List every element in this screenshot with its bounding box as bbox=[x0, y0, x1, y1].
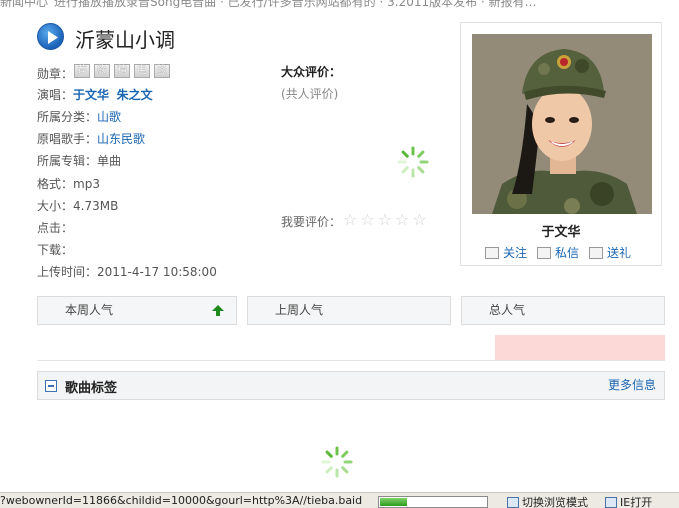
gift-button[interactable]: 送礼 bbox=[589, 244, 631, 261]
downloads-label: 下载： bbox=[37, 243, 74, 257]
star-icon[interactable]: ☆ bbox=[360, 212, 374, 228]
singer-link[interactable]: 朱之文 bbox=[117, 88, 153, 102]
play-icon[interactable] bbox=[37, 23, 64, 50]
size-row: 大小：4.73MB bbox=[37, 197, 118, 214]
album-value: 单曲 bbox=[97, 154, 122, 168]
switch-browse-mode-button[interactable]: 切换浏览模式 bbox=[507, 494, 588, 508]
collapse-icon[interactable] bbox=[45, 380, 57, 392]
format-value: mp3 bbox=[73, 177, 100, 191]
tab-label: 上周人气 bbox=[275, 303, 324, 317]
loading-spinner-icon bbox=[397, 146, 429, 178]
top-scroll-strip: 新闻中心_进行播放播放录音Song电音曲 · 已发行/许多音乐网站都有的 · 3… bbox=[0, 0, 679, 8]
gift-icon bbox=[589, 246, 604, 259]
medal-badge[interactable]: 緣 bbox=[94, 64, 110, 78]
message-button[interactable]: 私信 bbox=[537, 244, 579, 261]
song-tags-bar: 歌曲标签 更多信息 bbox=[37, 371, 665, 400]
upload-time-row: 上传时间：2011-4-17 10:58:00 bbox=[37, 263, 217, 280]
tab-label: 本周人气 bbox=[65, 303, 114, 317]
star-icon[interactable]: ☆ bbox=[412, 212, 426, 228]
loading-progress-bar bbox=[378, 496, 488, 508]
rating-title: 大众评价： bbox=[281, 65, 342, 79]
downloads-row: 下载： bbox=[37, 241, 73, 258]
star-icon[interactable]: ☆ bbox=[395, 212, 409, 228]
switch-mode-label: 切换浏览模式 bbox=[522, 496, 588, 508]
follow-label: 关注 bbox=[503, 246, 528, 260]
category-label: 所属分类： bbox=[37, 110, 98, 124]
star-icon[interactable]: ☆ bbox=[343, 212, 357, 228]
tab-total-popularity[interactable]: 总人气 bbox=[461, 296, 665, 325]
singer-row: 演唱：于文华 朱之文 bbox=[37, 86, 153, 103]
tab-label: 总人气 bbox=[489, 303, 526, 317]
clicks-row: 点击： bbox=[37, 219, 73, 236]
up-arrow-icon bbox=[212, 305, 224, 316]
artist-photo[interactable] bbox=[472, 34, 652, 214]
category-row: 所属分类：山歌 bbox=[37, 108, 121, 125]
medal-list: 荐 緣 精 电 签 bbox=[74, 64, 170, 78]
medal-badge[interactable]: 精 bbox=[114, 64, 130, 78]
my-rating-label: 我要评价： bbox=[281, 215, 342, 229]
medal-badge[interactable]: 荐 bbox=[74, 64, 90, 78]
clicks-label: 点击： bbox=[37, 221, 74, 235]
album-row: 所属专辑：单曲 bbox=[37, 152, 121, 169]
category-link[interactable]: 山歌 bbox=[97, 110, 121, 124]
browse-mode-icon bbox=[507, 496, 519, 508]
singer-label: 演唱： bbox=[37, 88, 74, 102]
song-tags-title: 歌曲标签 bbox=[65, 381, 118, 396]
tab-this-week-popularity[interactable]: 本周人气 bbox=[37, 296, 237, 325]
status-url: ?webownerId=11866&childid=10000&gourl=ht… bbox=[0, 494, 363, 507]
upload-label: 上传时间： bbox=[37, 265, 98, 279]
singer-link[interactable]: 于文华 bbox=[73, 88, 109, 102]
follow-button[interactable]: 关注 bbox=[485, 244, 527, 261]
ie-icon bbox=[605, 496, 617, 508]
gift-label: 送礼 bbox=[607, 246, 632, 260]
top-strip-text: 新闻中心_进行播放播放录音Song电音曲 · 已发行/许多音乐网站都有的 · 3… bbox=[0, 0, 537, 8]
format-row: 格式：mp3 bbox=[37, 175, 100, 192]
format-label: 格式： bbox=[37, 177, 74, 191]
tab-last-week-popularity[interactable]: 上周人气 bbox=[247, 296, 451, 325]
rating-count: (共人评价) bbox=[281, 87, 339, 101]
divider bbox=[37, 360, 665, 361]
medal-row: 勋章： bbox=[37, 65, 73, 82]
artist-actions: 关注 私信 送礼 bbox=[485, 244, 631, 261]
medal-badge[interactable]: 签 bbox=[154, 64, 170, 78]
size-label: 大小： bbox=[37, 199, 74, 213]
artist-name: 于文华 bbox=[541, 225, 581, 240]
medal-badge[interactable]: 电 bbox=[134, 64, 150, 78]
album-label: 所属专辑： bbox=[37, 154, 98, 168]
rating-stars: ☆ ☆ ☆ ☆ ☆ bbox=[343, 212, 427, 228]
ie-open-button[interactable]: IE打开 bbox=[605, 494, 652, 508]
follow-icon bbox=[485, 246, 499, 259]
medal-label: 勋章： bbox=[37, 67, 74, 81]
ie-open-label: IE打开 bbox=[620, 496, 653, 508]
original-singer-row: 原唱歌手：山东民歌 bbox=[37, 130, 145, 147]
progress-fill bbox=[380, 498, 407, 506]
envelope-icon bbox=[537, 246, 552, 259]
message-label: 私信 bbox=[555, 246, 580, 260]
star-icon[interactable]: ☆ bbox=[378, 212, 392, 228]
browser-status-bar: ?webownerId=11866&childid=10000&gourl=ht… bbox=[0, 492, 679, 508]
original-label: 原唱歌手： bbox=[37, 132, 98, 146]
more-info-link[interactable]: 更多信息 bbox=[608, 376, 656, 393]
ad-placeholder bbox=[495, 335, 665, 360]
artist-card: 于文华 关注 私信 送礼 bbox=[460, 22, 662, 266]
loading-spinner-icon bbox=[321, 446, 353, 478]
upload-time-value: 2011-4-17 10:58:00 bbox=[97, 265, 217, 279]
song-title: 沂蒙山小调 bbox=[75, 28, 175, 52]
original-singer-link[interactable]: 山东民歌 bbox=[97, 132, 145, 146]
size-value: 4.73MB bbox=[73, 199, 119, 213]
